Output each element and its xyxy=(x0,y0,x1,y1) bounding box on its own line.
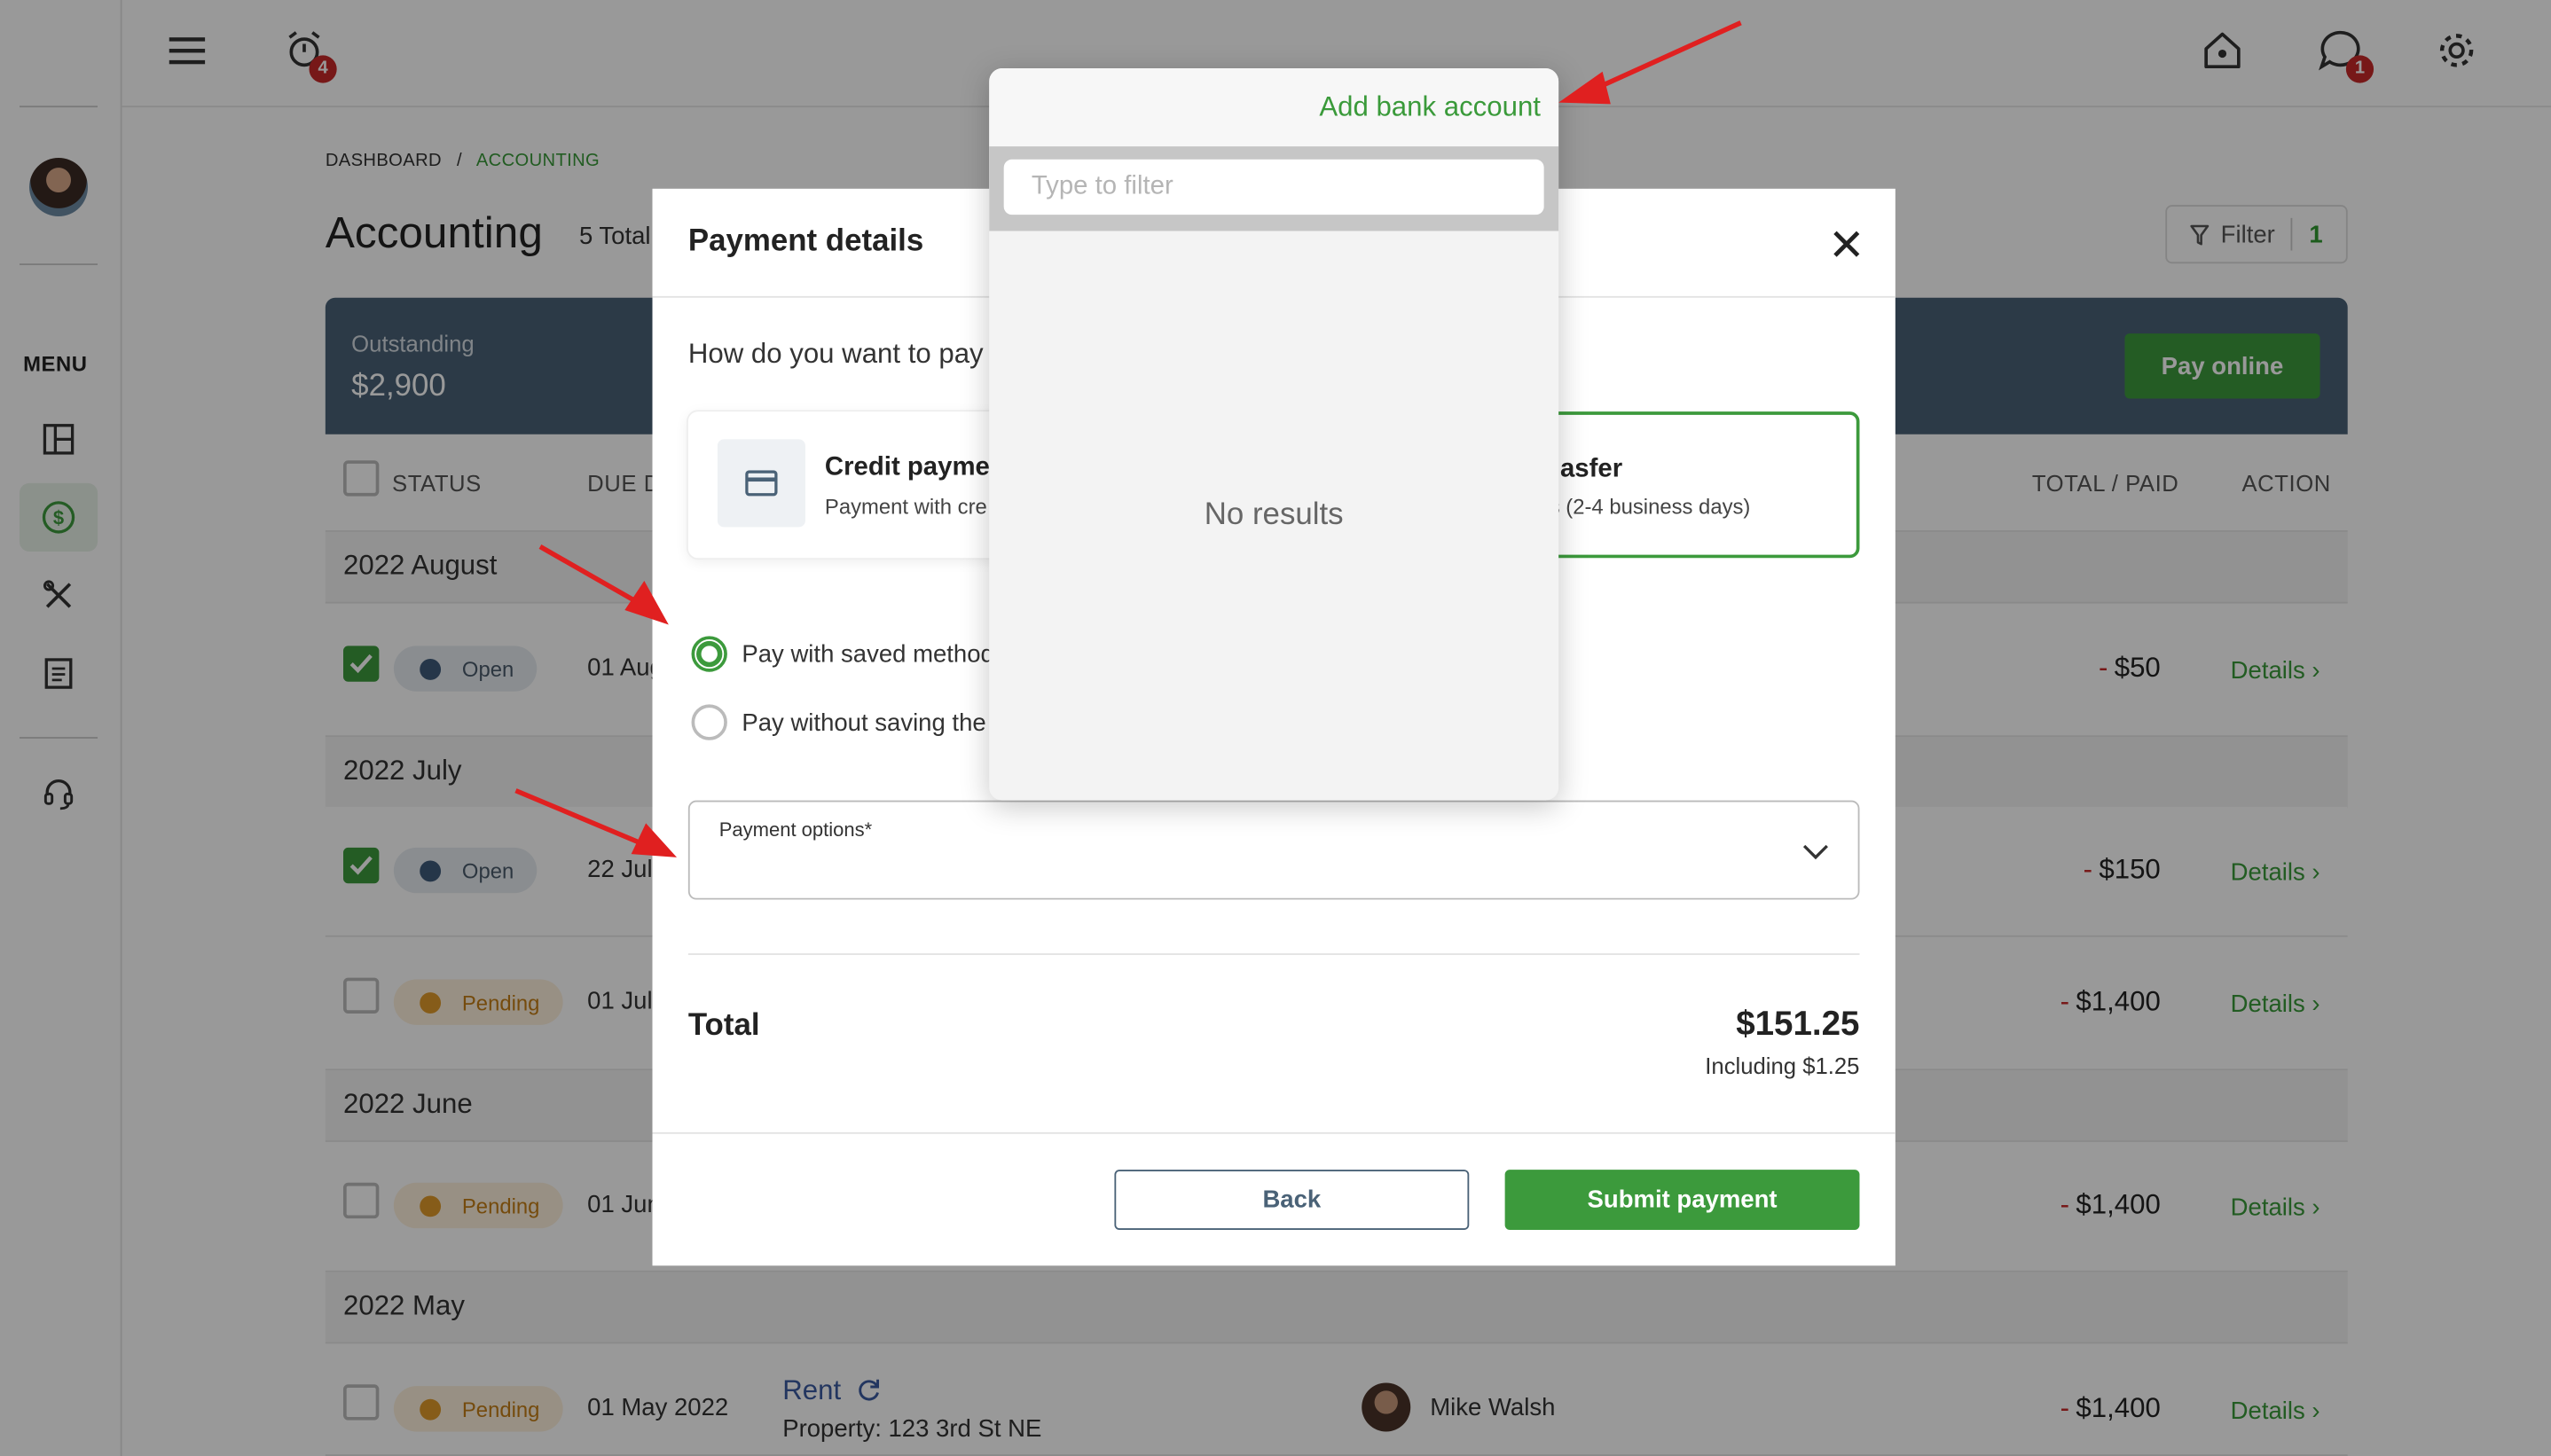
bank-option-title: asfer xyxy=(1559,455,1623,483)
dropdown-header: Add bank account xyxy=(989,68,1559,147)
radio-without-saving-label[interactable]: Pay without saving the xyxy=(742,709,985,737)
submit-payment-button[interactable]: Submit payment xyxy=(1504,1170,1860,1230)
payment-question: How do you want to pay xyxy=(687,338,984,370)
total-fee-note: Including $1.25 xyxy=(1705,1053,1860,1079)
footer-divider xyxy=(652,1131,1896,1134)
close-icon[interactable] xyxy=(1827,224,1866,263)
credit-card-icon xyxy=(717,439,805,528)
modal-title: Payment details xyxy=(687,224,924,259)
credit-option-subtitle: Payment with cre xyxy=(824,494,987,520)
no-results-message: No results xyxy=(1204,497,1344,532)
payment-options-label: Payment options* xyxy=(718,818,873,842)
radio-saved-method[interactable] xyxy=(691,636,727,672)
radio-saved-label[interactable]: Pay with saved method xyxy=(742,641,993,669)
add-bank-account-link[interactable]: Add bank account xyxy=(1319,91,1541,124)
filter-bar xyxy=(989,146,1559,231)
payment-options-select[interactable]: Payment options* xyxy=(687,800,1860,900)
total-label: Total xyxy=(687,1008,760,1044)
radio-without-saving[interactable] xyxy=(691,704,727,740)
total-amount: $151.25 xyxy=(1736,1005,1860,1044)
filter-input[interactable] xyxy=(1003,159,1544,215)
bank-option-subtitle: rs (2-4 business days) xyxy=(1542,494,1751,520)
total-divider xyxy=(687,953,1860,955)
app-root: MENU $ 4 1 DASHBOARD / ACCOUNTING Accoun… xyxy=(0,0,2551,1456)
bank-account-dropdown: Add bank account No results xyxy=(989,68,1559,801)
credit-option-title: Credit payme xyxy=(824,453,990,482)
back-button[interactable]: Back xyxy=(1114,1170,1470,1230)
chevron-down-icon xyxy=(1802,844,1828,860)
